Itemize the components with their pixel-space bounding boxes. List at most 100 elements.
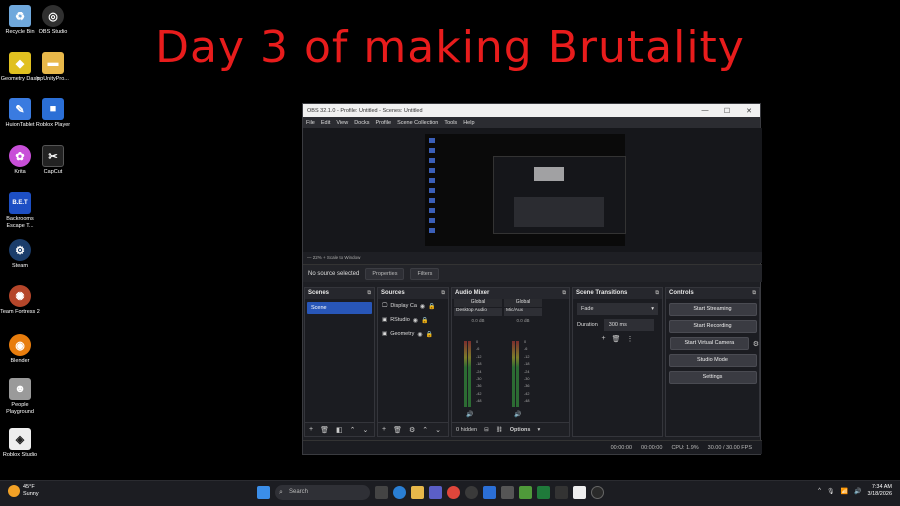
add-transition-icon[interactable]: + xyxy=(602,335,606,343)
people-playground-icon: ☻ xyxy=(9,378,31,400)
move-down-icon[interactable]: ⌄ xyxy=(435,426,441,434)
menu-docks[interactable]: Docks xyxy=(354,120,369,126)
scene-item[interactable]: Scene xyxy=(307,302,372,314)
roblox-player-icon: ■ xyxy=(42,98,64,120)
eye-icon[interactable]: ◉ xyxy=(420,303,425,310)
channel-device-select[interactable]: Mic/Aux xyxy=(504,308,542,316)
start-virtual-camera-button[interactable]: Start Virtual Camera xyxy=(670,337,749,350)
teams-icon[interactable] xyxy=(429,486,442,499)
cmd-icon[interactable] xyxy=(555,486,568,499)
gear-icon[interactable]: ⚙ xyxy=(753,340,759,348)
preview-area[interactable] xyxy=(303,128,762,252)
menu-scene-collection[interactable]: Scene Collection xyxy=(397,120,438,126)
more-icon[interactable]: ⋮ xyxy=(626,335,633,343)
source-item[interactable]: 🖵 Display Ca ◉ 🔒 xyxy=(378,299,448,313)
move-up-icon[interactable]: ⌃ xyxy=(422,426,428,434)
mixer-channel-mic: Global Mic/Aux 0.0 dB 0 -6 -12 -18 -24 -30 -36… xyxy=(504,299,542,421)
move-up-icon[interactable]: ⌃ xyxy=(350,426,356,434)
undock-icon[interactable]: ⧉ xyxy=(562,288,566,299)
lock-icon[interactable]: 🔒 xyxy=(426,331,433,338)
weather-widget[interactable]: 45°F Sunny xyxy=(8,484,39,498)
add-scene-icon[interactable]: + xyxy=(309,426,313,433)
zoom-control[interactable]: — 22% + Scale to Window xyxy=(307,255,360,260)
undock-icon[interactable]: ⧉ xyxy=(752,288,756,299)
mic-icon[interactable]: 🎙 xyxy=(827,488,835,495)
desktop-icon-roblox-studio[interactable]: ◈ Roblox Studio xyxy=(0,428,40,459)
filters-button[interactable]: Filters xyxy=(410,267,440,280)
remove-scene-icon[interactable]: 🗑 xyxy=(320,426,329,434)
filter-icon[interactable]: ◧ xyxy=(336,426,343,434)
roblox-studio-taskbar-icon[interactable] xyxy=(573,486,586,499)
eye-icon[interactable]: ◉ xyxy=(413,317,418,324)
clock-date: 3/18/2026 xyxy=(867,491,892,497)
clock[interactable]: 7:34 AM 3/18/2026 xyxy=(868,484,892,498)
chevron-down-icon[interactable]: ▾ xyxy=(537,427,540,433)
status-bar: 00:00:00 00:00:00 CPU: 1.9% 30.00 / 30.0… xyxy=(303,440,762,454)
menu-help[interactable]: Help xyxy=(463,120,474,126)
studio-mode-button[interactable]: Studio Mode xyxy=(668,354,757,367)
start-recording-button[interactable]: Start Recording xyxy=(668,320,757,333)
source-item[interactable]: ▣ RStudio ◉ 🔒 xyxy=(378,313,448,327)
channel-db: 0.0 dB xyxy=(471,318,485,323)
link-icon[interactable]: ⛓ xyxy=(496,427,503,433)
chrome-icon[interactable] xyxy=(447,486,460,499)
desktop-icon-capcut[interactable]: ✂ CapCut xyxy=(33,145,73,176)
preview-canvas xyxy=(425,134,626,246)
excel-icon[interactable] xyxy=(537,486,550,499)
volume-icon[interactable]: 🔊 xyxy=(854,488,861,495)
lock-icon[interactable]: 🔒 xyxy=(421,317,428,324)
chevron-up-icon[interactable]: ^ xyxy=(818,488,821,494)
file-explorer-icon[interactable] xyxy=(411,486,424,499)
source-label: RStudio xyxy=(390,317,410,323)
desktop-icon-roblox-player[interactable]: ■ Roblox Player xyxy=(33,98,73,129)
source-item[interactable]: ▣ Geometry ◉ 🔒 xyxy=(378,327,448,341)
speaker-icon[interactable]: 🔊 xyxy=(514,411,521,418)
minimize-button[interactable]: — xyxy=(694,107,716,115)
channel-device-select[interactable]: Desktop Audio xyxy=(454,308,502,316)
close-button[interactable]: ✕ xyxy=(738,107,760,115)
undock-icon[interactable]: ⧉ xyxy=(441,288,445,299)
wifi-icon[interactable]: 📶 xyxy=(841,488,848,495)
duration-input[interactable]: 300 ms xyxy=(603,319,654,331)
window-icon: ▣ xyxy=(382,331,388,337)
desktop-icon-blender[interactable]: ◉ Blender xyxy=(0,334,40,365)
undock-icon[interactable]: ⧉ xyxy=(655,288,659,299)
menu-view[interactable]: View xyxy=(336,120,348,126)
hidden-count[interactable]: 0 hidden xyxy=(456,427,477,433)
properties-button[interactable]: Properties xyxy=(365,267,405,280)
eye-icon[interactable]: ◉ xyxy=(417,331,422,338)
menu-profile[interactable]: Profile xyxy=(375,120,391,126)
dropbox-icon[interactable] xyxy=(483,486,496,499)
terminal-icon[interactable] xyxy=(501,486,514,499)
system-tray: ^ 🎙 📶 🔊 7:34 AM 3/18/2026 xyxy=(818,484,892,498)
speaker-icon[interactable]: 🔊 xyxy=(466,411,473,418)
lock-icon[interactable]: 🔒 xyxy=(428,303,435,310)
settings-button[interactable]: Settings xyxy=(668,371,757,384)
task-view-icon[interactable] xyxy=(375,486,388,499)
undock-icon[interactable]: ⧉ xyxy=(367,288,371,299)
options-button[interactable]: Options xyxy=(510,427,531,433)
edge-icon[interactable] xyxy=(393,486,406,499)
zoom-bar[interactable]: — 22% + Scale to Window xyxy=(303,252,762,263)
minecraft-icon[interactable] xyxy=(519,486,532,499)
obs-taskbar-icon[interactable] xyxy=(465,486,478,499)
gear-icon[interactable]: ⚙ xyxy=(409,426,415,434)
menu-tools[interactable]: Tools xyxy=(444,120,457,126)
desktop-icon-tf2[interactable]: ✺ Team Fortress 2 xyxy=(0,285,40,316)
add-source-icon[interactable]: + xyxy=(382,426,386,433)
search-input[interactable]: ⌕ Search xyxy=(275,485,370,500)
advanced-audio-icon[interactable]: ⊟ xyxy=(484,427,489,433)
maximize-button[interactable]: ☐ xyxy=(716,107,738,115)
desktop-icon-people-playground[interactable]: ☻ People Playground xyxy=(0,378,40,416)
desktop-icon-backrooms[interactable]: B.E.T Backrooms Escape T... xyxy=(0,192,40,230)
desktop-icon-steam[interactable]: ⚙ Steam xyxy=(0,239,40,270)
remove-transition-icon[interactable]: 🗑 xyxy=(612,335,621,343)
move-down-icon[interactable]: ⌄ xyxy=(362,426,368,434)
start-streaming-button[interactable]: Start Streaming xyxy=(668,303,757,316)
menu-file[interactable]: File xyxy=(306,120,315,126)
transition-select[interactable]: Fade ▾ xyxy=(577,303,658,315)
start-icon[interactable] xyxy=(257,486,270,499)
obs-active-icon[interactable] xyxy=(591,486,604,499)
menu-edit[interactable]: Edit xyxy=(321,120,330,126)
remove-source-icon[interactable]: 🗑 xyxy=(393,426,402,434)
